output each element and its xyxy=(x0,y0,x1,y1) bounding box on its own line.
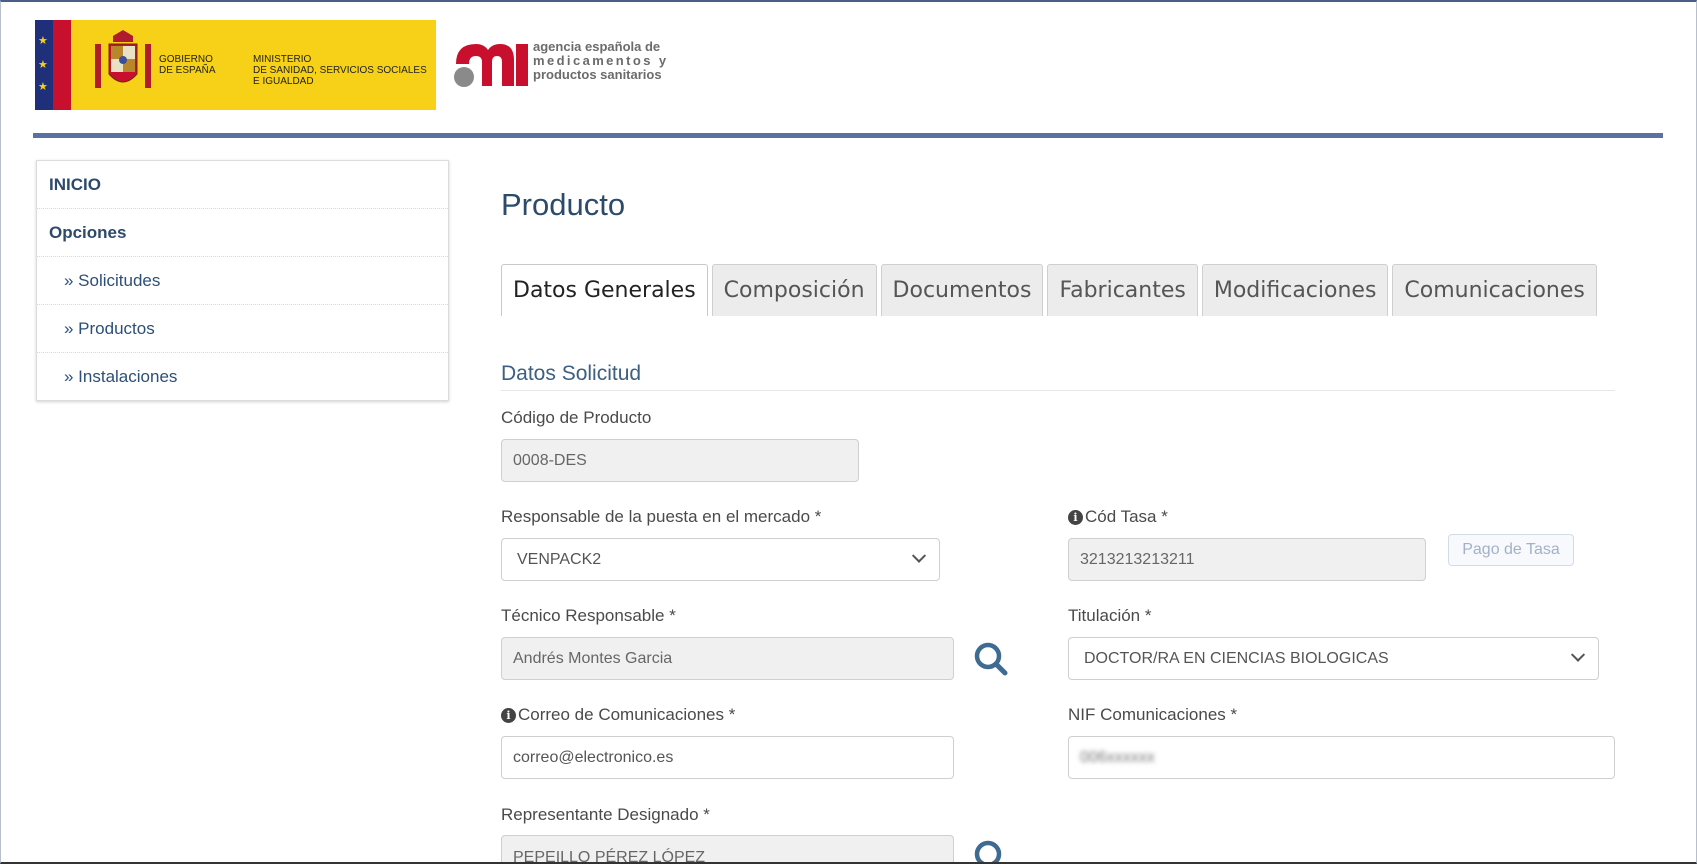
nif-field[interactable]: 006xxxxxx xyxy=(1068,736,1615,779)
codigo-field[interactable]: 0008-DES xyxy=(501,439,859,482)
sidebar-menu: INICIO Opciones » Solicitudes » Producto… xyxy=(36,160,449,401)
aemps-logo-icon xyxy=(454,44,528,87)
info-icon[interactable]: i xyxy=(501,707,516,723)
tab-fabricantes[interactable]: Fabricantes xyxy=(1047,264,1198,316)
representante-field[interactable]: PEPEILLO PÉREZ LÓPEZ xyxy=(501,835,954,862)
tab-modificaciones[interactable]: Modificaciones xyxy=(1201,264,1389,316)
representante-label: Representante Designado * xyxy=(501,805,710,824)
cod-tasa-field[interactable]: 3213213213211 xyxy=(1068,538,1426,581)
tab-datos-generales[interactable]: Datos Generales xyxy=(501,264,708,316)
nif-label: NIF Comunicaciones * xyxy=(1068,705,1238,724)
tab-bar: Datos Generales Composición Documentos F… xyxy=(501,264,1601,316)
gobierno-logo: ★ ★ ★ GOBIERNO DE ESPAÑA MINISTERIO DE S… xyxy=(35,20,436,110)
tecnico-field[interactable]: Andrés Montes Garcia xyxy=(501,637,954,680)
aemps-name: agencia española de medicamentos y produ… xyxy=(533,39,669,82)
sidebar-item-inicio[interactable]: INICIO xyxy=(37,161,448,209)
correo-label: i Correo de Comunicaciones * xyxy=(501,705,735,725)
search-icon[interactable] xyxy=(972,838,1010,862)
chevron-down-icon xyxy=(911,548,927,563)
correo-field[interactable]: correo@electronico.es xyxy=(501,736,954,779)
tab-documentos[interactable]: Documentos xyxy=(880,264,1044,316)
cod-tasa-label: i Cód Tasa * xyxy=(1068,507,1168,527)
page-title: Producto xyxy=(501,187,626,222)
window-frame xyxy=(0,0,1697,864)
titulacion-select[interactable]: DOCTOR/RA EN CIENCIAS BIOLOGICAS xyxy=(1068,637,1599,680)
sidebar-item-solicitudes[interactable]: » Solicitudes xyxy=(37,257,448,305)
sidebar-item-opciones[interactable]: Opciones xyxy=(37,209,448,257)
responsable-select[interactable]: VENPACK2 xyxy=(501,538,940,581)
header-divider xyxy=(33,133,1663,138)
chevron-down-icon xyxy=(1570,647,1586,662)
gobierno-text: GOBIERNO DE ESPAÑA xyxy=(159,54,216,76)
ministerio-text: MINISTERIO DE SANIDAD, SERVICIOS SOCIALE… xyxy=(253,54,427,87)
tab-composicion[interactable]: Composición xyxy=(711,264,877,316)
sidebar-item-productos[interactable]: » Productos xyxy=(37,305,448,353)
section-title: Datos Solicitud xyxy=(501,362,642,385)
sidebar-item-instalaciones[interactable]: » Instalaciones xyxy=(37,353,448,401)
coat-of-arms-icon xyxy=(95,30,151,88)
eu-flag-band: ★ ★ ★ xyxy=(35,20,71,110)
tab-comunicaciones[interactable]: Comunicaciones xyxy=(1392,264,1597,316)
titulacion-label: Titulación * xyxy=(1068,606,1152,625)
search-icon[interactable] xyxy=(972,640,1010,678)
tecnico-label: Técnico Responsable * xyxy=(501,606,676,625)
codigo-label: Código de Producto xyxy=(501,408,652,427)
info-icon[interactable]: i xyxy=(1068,509,1083,525)
pago-tasa-button[interactable]: Pago de Tasa xyxy=(1448,534,1574,566)
responsable-label: Responsable de la puesta en el mercado * xyxy=(501,507,822,526)
section-divider xyxy=(501,390,1615,391)
